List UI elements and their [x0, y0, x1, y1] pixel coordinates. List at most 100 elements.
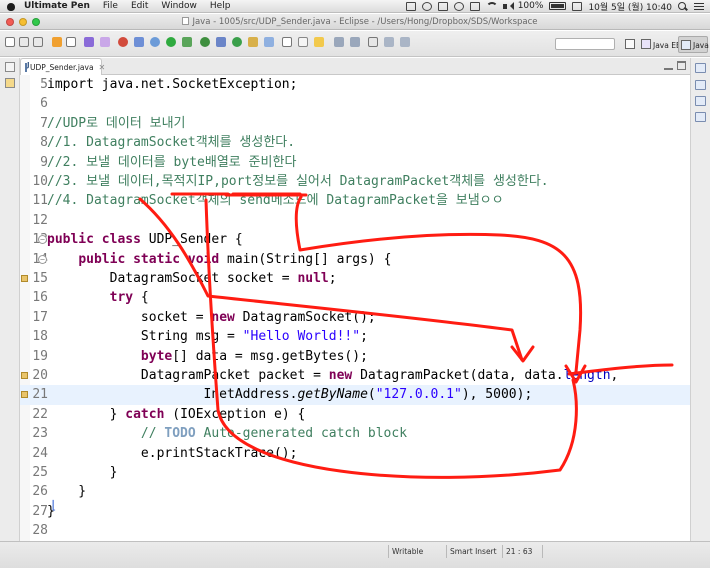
- wifi-icon[interactable]: [485, 1, 498, 11]
- code-token: (: [367, 387, 376, 403]
- code-line[interactable]: 10//3. 보낼 데이터,목적지IP,port정보를 실어서 Datagram…: [20, 172, 690, 191]
- open-folder-icon[interactable]: [248, 37, 258, 47]
- notification-center-icon[interactable]: [694, 2, 704, 11]
- menu-help[interactable]: Help: [210, 1, 231, 11]
- quick-access-input[interactable]: [555, 38, 615, 50]
- code-line[interactable]: 22 } catch (IOException e) {: [20, 405, 690, 424]
- new-package-icon[interactable]: [216, 37, 226, 47]
- save-all-icon[interactable]: [33, 37, 43, 47]
- skip-breakpoints-icon[interactable]: [84, 37, 94, 47]
- status-dropbox-icon[interactable]: [437, 1, 448, 11]
- code-text: DatagramSocket socket = null;: [47, 269, 337, 288]
- zoom-window-button[interactable]: [32, 18, 40, 26]
- code-line[interactable]: 27}: [20, 502, 690, 521]
- code-line[interactable]: 28: [20, 521, 690, 540]
- code-line[interactable]: 21 InetAddress.getByName("127.0.0.1"), 5…: [20, 385, 690, 405]
- status-insert-mode[interactable]: Smart Insert: [450, 546, 497, 557]
- code-text: import java.net.SocketException;: [47, 75, 297, 94]
- java-ee-perspective-icon[interactable]: [641, 39, 651, 49]
- menu-edit[interactable]: Edit: [131, 1, 148, 11]
- open-perspective-icon[interactable]: [625, 39, 635, 49]
- code-line[interactable]: 16 try {: [20, 288, 690, 307]
- maximize-editor-icon[interactable]: [677, 61, 686, 70]
- perspective-java-ee[interactable]: Java EE: [653, 41, 681, 50]
- fold-toggle-icon[interactable]: –: [38, 254, 47, 264]
- status-bluetooth-icon[interactable]: [469, 1, 480, 11]
- code-token: Auto-generated catch block: [195, 426, 408, 442]
- code-line[interactable]: 14– public static void main(String[] arg…: [20, 250, 690, 269]
- code-token: getByName: [297, 387, 368, 403]
- restore-view-icon[interactable]: [5, 62, 15, 72]
- code-line[interactable]: 26 }: [20, 482, 690, 501]
- menu-app-name[interactable]: Ultimate Pen: [24, 1, 90, 11]
- code-token: UDP_Sender {: [140, 232, 243, 248]
- code-line[interactable]: 11//4. DatagramSocket객체의 send메소드에 Datagr…: [20, 191, 690, 210]
- console-view-icon[interactable]: [695, 112, 706, 122]
- code-line[interactable]: 6: [20, 94, 690, 113]
- speaker-icon[interactable]: [502, 1, 514, 11]
- next-annotation-icon[interactable]: [334, 37, 344, 47]
- battery-icon[interactable]: [549, 2, 567, 10]
- search-icon[interactable]: [282, 37, 292, 47]
- menu-clock[interactable]: 10월 5일 (월) 10:40: [588, 0, 672, 13]
- problems-view-icon[interactable]: [695, 96, 706, 106]
- forward-icon[interactable]: [400, 37, 410, 47]
- coverage-icon[interactable]: [134, 37, 144, 47]
- code-line[interactable]: 13–public class UDP_Sender {: [20, 230, 690, 249]
- code-line[interactable]: 5 import java.net.SocketException;: [20, 75, 690, 94]
- back-icon[interactable]: [384, 37, 394, 47]
- last-edit-icon[interactable]: [368, 37, 378, 47]
- open-task-icon[interactable]: [264, 37, 274, 47]
- perspective-java-button[interactable]: Java: [678, 36, 709, 53]
- menu-file[interactable]: File: [103, 1, 118, 11]
- server-icon[interactable]: [100, 37, 110, 47]
- outline-view-icon[interactable]: [695, 63, 706, 73]
- package-explorer-icon[interactable]: [5, 78, 15, 88]
- status-app-icon[interactable]: [405, 1, 416, 11]
- code-line[interactable]: 19 byte[] data = msg.getBytes();: [20, 347, 690, 366]
- line-number: 27: [32, 503, 48, 519]
- code-line[interactable]: 8//1. DatagramSocket객체를 생성한다.: [20, 133, 690, 152]
- code-token: //1. DatagramSocket객체를 생성한다.: [47, 135, 296, 151]
- new-java-project-icon[interactable]: [200, 37, 210, 47]
- code-line[interactable]: 24 e.printStackTrace();: [20, 444, 690, 463]
- code-line[interactable]: 20 DatagramPacket packet = new DatagramP…: [20, 366, 690, 385]
- code-line[interactable]: 12: [20, 211, 690, 230]
- tab-udp-sender[interactable]: UDP_Sender.java ✕: [20, 58, 105, 75]
- minimize-window-button[interactable]: [19, 18, 27, 26]
- code-line[interactable]: 17 socket = new DatagramSocket();: [20, 308, 690, 327]
- input-source-icon[interactable]: [572, 1, 583, 11]
- close-window-button[interactable]: [6, 18, 14, 26]
- code-line[interactable]: 9//2. 보낼 데이터를 byte배열로 준비한다: [20, 153, 690, 172]
- apple-icon[interactable]: [6, 1, 16, 11]
- annotation-icon[interactable]: [314, 37, 324, 47]
- close-tab-icon[interactable]: ✕: [99, 63, 106, 72]
- run-icon[interactable]: [166, 37, 176, 47]
- external-tools-icon[interactable]: [182, 37, 192, 47]
- build-icon[interactable]: [52, 37, 62, 47]
- stop-icon[interactable]: [118, 37, 128, 47]
- code-line[interactable]: 18 String msg = "Hello World!!";: [20, 327, 690, 346]
- minimize-editor-icon[interactable]: [664, 61, 673, 70]
- new-icon[interactable]: [5, 37, 15, 47]
- line-number: 18: [32, 329, 48, 345]
- menu-window[interactable]: Window: [161, 1, 197, 11]
- code-line[interactable]: 23 // TODO Auto-generated catch block: [20, 424, 690, 443]
- save-icon[interactable]: [19, 37, 29, 47]
- code-token: ;: [360, 329, 368, 345]
- new-class-icon[interactable]: [232, 37, 242, 47]
- toggle-mark-icon[interactable]: [298, 37, 308, 47]
- open-type-icon[interactable]: [66, 37, 76, 47]
- code-editor[interactable]: 5 import java.net.SocketException; 6 7//UDP…: [20, 75, 690, 541]
- window-title: Java - 1005/src/UDP_Sender.java - Eclips…: [172, 17, 538, 27]
- code-line[interactable]: 7//UDP로 데이터 보내기: [20, 114, 690, 133]
- status-sync-icon[interactable]: [421, 1, 432, 11]
- status-timemachine-icon[interactable]: [453, 1, 464, 11]
- task-list-icon[interactable]: [695, 80, 706, 90]
- code-line[interactable]: 15 DatagramSocket socket = null;: [20, 269, 690, 288]
- spotlight-icon[interactable]: [678, 1, 688, 11]
- code-line[interactable]: 25 }: [20, 463, 690, 482]
- debug-icon[interactable]: [150, 37, 160, 47]
- previous-annotation-icon[interactable]: [350, 37, 360, 47]
